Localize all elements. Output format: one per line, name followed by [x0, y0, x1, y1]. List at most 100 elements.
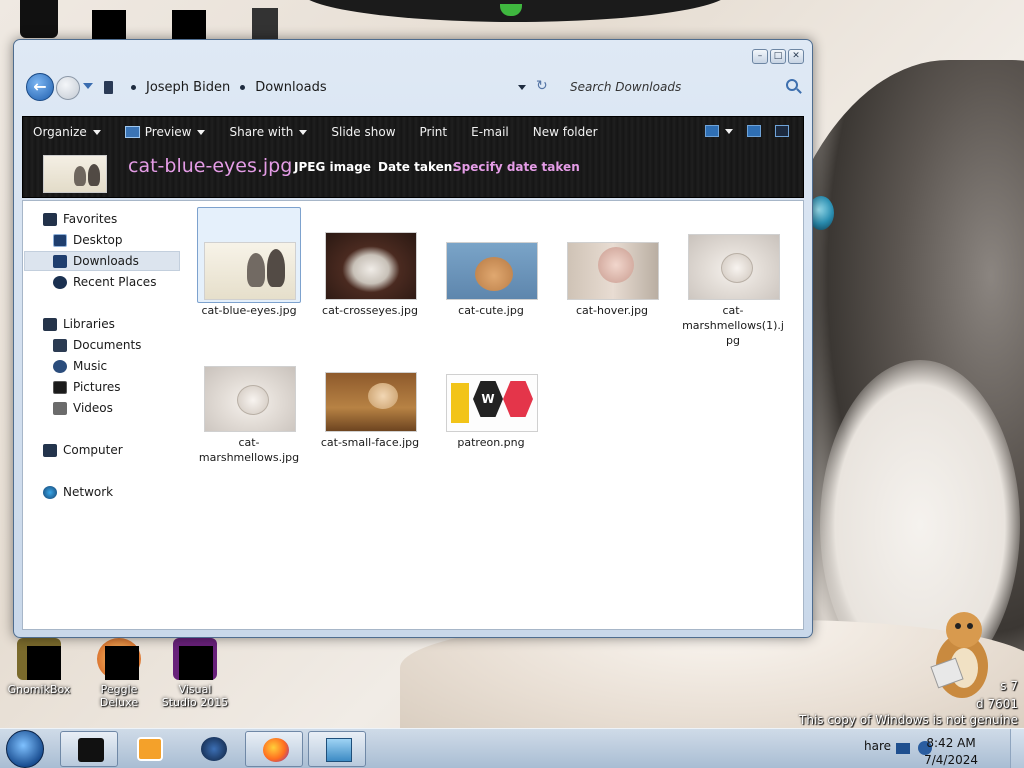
file-name: cat-marshmellows(1).jpg	[682, 304, 784, 347]
downloads-icon	[53, 254, 67, 268]
nav-music[interactable]: Music	[53, 356, 107, 376]
file-item[interactable]: cat-hover.jpg	[560, 207, 664, 318]
firefox-icon	[263, 738, 289, 762]
desktop-icon	[53, 233, 67, 247]
recent-pages-dropdown[interactable]	[83, 83, 93, 89]
nav-pictures[interactable]: Pictures	[53, 377, 121, 397]
file-thumbnail-frame	[318, 339, 422, 435]
desktop-icon-top-2[interactable]	[92, 10, 126, 40]
hamster-gadget-icon[interactable]	[928, 604, 992, 704]
clock-time: 8:42 AM	[926, 736, 976, 750]
change-view-icon[interactable]	[705, 125, 719, 137]
selected-file-type: JPEG image	[294, 160, 371, 174]
breadcrumb-joseph-biden[interactable]: Joseph Biden	[146, 80, 230, 95]
back-button[interactable]: ←	[26, 73, 54, 101]
refresh-icon[interactable]: ↻	[536, 78, 548, 94]
view-controls	[705, 125, 789, 137]
new-folder-button[interactable]: New folder	[533, 125, 598, 139]
nav-label: Libraries	[63, 317, 115, 331]
print-button[interactable]: Print	[420, 125, 448, 139]
forward-button[interactable]	[56, 76, 80, 100]
file-item[interactable]: cat-cute.jpg	[439, 207, 543, 318]
nav-label: Music	[73, 359, 108, 373]
nav-label: Videos	[73, 401, 113, 415]
search-box[interactable]	[566, 74, 802, 100]
taskbar-button-firefox[interactable]	[245, 731, 303, 767]
caption-buttons: – □ ✕	[752, 49, 804, 64]
tray-share-text[interactable]: hare	[864, 739, 891, 753]
nav-downloads[interactable]: Downloads	[24, 251, 180, 271]
address-bar[interactable]: Joseph Biden Downloads	[100, 74, 540, 100]
start-button[interactable]	[6, 730, 44, 768]
file-thumbnail-frame	[197, 339, 301, 435]
nav-label: Documents	[73, 338, 142, 352]
desktop-icon-label: Visual Studio 2015	[161, 683, 229, 709]
nav-label: Computer	[63, 443, 123, 457]
share-with-button[interactable]: Share with	[229, 125, 308, 139]
breadcrumb-downloads[interactable]: Downloads	[255, 80, 326, 95]
media-player-icon	[137, 737, 163, 761]
file-item[interactable]: cat-blue-eyes.jpg	[197, 207, 301, 318]
view-options-dropdown[interactable]	[725, 128, 733, 134]
image-thumbnail	[204, 366, 296, 432]
desktop-icon-top-4[interactable]	[252, 8, 278, 40]
nav-computer[interactable]: Computer	[43, 440, 123, 460]
close-button[interactable]: ✕	[788, 49, 804, 64]
visual-studio-icon	[173, 638, 217, 680]
desktop-icon-visual-studio[interactable]: Visual Studio 2015	[160, 638, 230, 709]
file-item[interactable]: cat-marshmellows.jpg	[197, 339, 301, 465]
watermark-genuine-notice: This copy of Windows is not genuine	[799, 713, 1018, 727]
slide-show-button[interactable]: Slide show	[331, 125, 395, 139]
show-desktop-button[interactable]	[1010, 729, 1024, 768]
nav-documents[interactable]: Documents	[53, 335, 141, 355]
breadcrumb-separator[interactable]	[240, 84, 246, 90]
preview-icon	[124, 126, 140, 138]
address-history-dropdown[interactable]	[518, 85, 526, 90]
file-item[interactable]: cat-marshmellows(1).jpg	[681, 207, 785, 348]
taskbar-button-explorer[interactable]	[308, 731, 366, 767]
chevron-down-icon	[299, 129, 308, 135]
nav-recent-places[interactable]: Recent Places	[53, 272, 156, 292]
help-icon[interactable]	[775, 125, 789, 137]
search-icon[interactable]	[786, 79, 798, 91]
file-name: cat-hover.jpg	[575, 304, 649, 317]
email-button[interactable]: E-mail	[471, 125, 509, 139]
file-name: cat-crosseyes.jpg	[322, 304, 418, 317]
file-thumbnail-frame	[197, 207, 301, 303]
taskbar-button-media-player[interactable]	[120, 731, 178, 767]
chevron-down-icon	[197, 129, 206, 135]
nav-videos[interactable]: Videos	[53, 398, 113, 418]
organize-button[interactable]: Organize	[33, 125, 101, 139]
desktop-icon-peggle-deluxe[interactable]: Peggle Deluxe	[84, 638, 154, 709]
navigation-pane: Favorites Desktop Downloads Recent Place…	[23, 201, 191, 629]
image-thumbnail	[325, 372, 417, 432]
breadcrumb-separator[interactable]	[131, 84, 136, 90]
globe-icon	[201, 737, 227, 761]
preview-pane-icon[interactable]	[747, 125, 761, 137]
taskbar-button-gnomikbox[interactable]	[60, 731, 118, 767]
search-input[interactable]	[566, 80, 766, 94]
file-item[interactable]: cat-small-face.jpg	[318, 339, 422, 450]
nav-network[interactable]: Network	[43, 482, 113, 502]
clock[interactable]: 8:42 AM 7/4/2024	[924, 735, 978, 768]
file-item[interactable]: W patreon.png	[439, 339, 543, 450]
maximize-button[interactable]: □	[770, 49, 786, 64]
nav-desktop[interactable]: Desktop	[53, 230, 123, 250]
file-thumbnail-frame	[439, 207, 543, 303]
network-tray-icon[interactable]	[896, 743, 910, 754]
taskbar-button-globe[interactable]	[184, 731, 242, 767]
desktop-icon-top-3[interactable]	[172, 10, 206, 40]
file-item[interactable]: cat-crosseyes.jpg	[318, 207, 422, 318]
date-taken-value[interactable]: Specify date taken	[453, 160, 580, 174]
file-name: cat-small-face.jpg	[320, 436, 420, 449]
preview-button[interactable]: Preview	[124, 125, 206, 139]
pictures-icon	[53, 380, 67, 394]
image-thumbnail	[688, 234, 780, 300]
nav-libraries[interactable]: Libraries	[43, 314, 115, 334]
system-tray: hare 8:42 AM 7/4/2024	[862, 729, 1024, 768]
explorer-icon	[326, 738, 352, 762]
desktop-icon-top-1[interactable]	[20, 0, 58, 38]
desktop-icon-gnomikbox[interactable]: GnomikBox	[4, 638, 74, 696]
minimize-button[interactable]: –	[752, 49, 768, 64]
nav-favorites[interactable]: Favorites	[43, 209, 117, 229]
